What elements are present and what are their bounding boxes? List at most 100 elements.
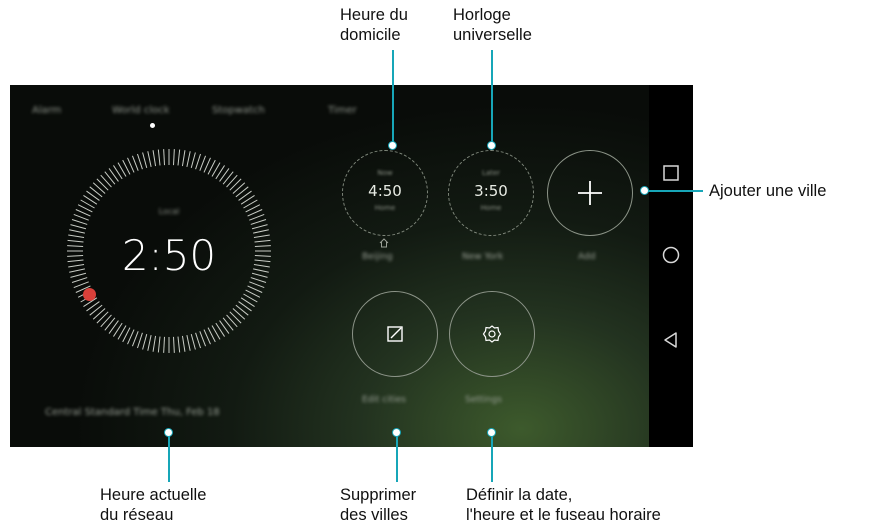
tab-stopwatch[interactable]: Stopwatch (212, 105, 265, 116)
add-city-label: Add (578, 252, 596, 262)
callout-home-time-line1: Heure du (340, 6, 408, 24)
dial-tick (195, 153, 201, 170)
dial-tick (250, 219, 267, 225)
tab-world-clock[interactable]: World clock (112, 105, 170, 116)
callout-add-city: Ajouter une ville (709, 182, 827, 200)
dial-tick (247, 285, 263, 293)
connector-dot-home-time (388, 141, 397, 150)
callout-network-time-line1: Heure actuelle (100, 486, 207, 504)
home-clock-time: 4:50 (368, 182, 402, 200)
add-city-button[interactable] (547, 150, 633, 236)
dial-tick (96, 311, 109, 324)
connector-add-city (645, 190, 703, 192)
callout-world-clock: Horloge universelle (453, 5, 532, 45)
main-clock-time: 2:50 (121, 231, 217, 280)
home-city-clock[interactable]: Now 4:50 Home (342, 150, 428, 236)
tab-timer[interactable]: Timer (328, 105, 357, 116)
callout-network-time: Heure actuelle du réseau (100, 485, 206, 525)
dial-tick (199, 155, 207, 171)
home-clock-bottom: Home (374, 204, 396, 212)
callout-set-datetime: Définir la date, l'heure et le fuseau ho… (466, 485, 661, 525)
dial-tick (137, 153, 143, 170)
dial-tick (142, 152, 148, 169)
dial-tick (177, 149, 181, 166)
dial-tick (199, 331, 207, 347)
dial-tick (152, 150, 157, 167)
dial-tick (152, 335, 157, 352)
dial-tick (96, 178, 109, 191)
dial-tick (173, 336, 175, 353)
dial-tick (147, 335, 152, 351)
dial-tick (203, 329, 211, 345)
dial-tick (203, 157, 211, 173)
edit-icon (387, 326, 403, 342)
dial-tick (73, 281, 89, 289)
connector-delete-cities (396, 432, 398, 482)
dial-tick (127, 329, 135, 345)
callout-world-clock-line2: universelle (453, 26, 532, 44)
callout-delete-cities: Supprimer des villes (340, 485, 416, 525)
connector-world-clock (491, 50, 493, 146)
connector-dot-network-time (164, 428, 173, 437)
dial-tick (251, 224, 268, 230)
dial-tick (142, 333, 148, 350)
dial-tick (186, 335, 191, 351)
dial-tick (177, 336, 181, 353)
edit-cities-button[interactable] (352, 291, 438, 377)
world-clock-top: Later (481, 169, 501, 177)
dial-tick (163, 149, 165, 166)
dial-tick (100, 314, 112, 328)
recent-apps-icon[interactable] (661, 163, 681, 183)
main-clock-dial: Local 2:50 (65, 147, 273, 355)
plus-icon (578, 181, 602, 205)
network-time-caption: Central Standard Time Thu, Feb 18 (45, 407, 220, 418)
callout-set-datetime-line1: Définir la date, (466, 486, 573, 504)
connector-dot-set-datetime (487, 428, 496, 437)
dial-tick (195, 332, 201, 349)
settings-label: Settings (465, 395, 502, 405)
connector-set-datetime (491, 432, 493, 482)
dial-tick (190, 333, 196, 350)
callout-home-time: Heure du domicile (340, 5, 408, 45)
tab-alarm[interactable]: Alarm (32, 105, 61, 116)
dial-tick (181, 150, 186, 167)
settings-button[interactable] (449, 291, 535, 377)
navigation-bar (649, 85, 693, 447)
dial-tick (127, 157, 135, 173)
dial-tick (190, 152, 196, 169)
world-city-name: New York (462, 252, 504, 262)
world-clock-bottom: Home (480, 204, 502, 212)
callout-home-time-line2: domicile (340, 26, 401, 44)
dial-tick (157, 336, 161, 353)
home-clock-top: Now (377, 169, 393, 177)
dial-tick (100, 174, 112, 188)
connector-network-time (168, 432, 170, 482)
edit-cities-label: Edit cities (362, 395, 406, 405)
callout-delete-cities-line1: Supprimer (340, 486, 417, 504)
connector-dot-world-clock (487, 141, 496, 150)
dial-tick (70, 224, 87, 230)
connector-dot-add-city (640, 186, 649, 195)
second-hand-dot (83, 288, 96, 301)
dial-tick (186, 151, 191, 167)
dial-tick (163, 336, 165, 353)
dial-tick (137, 332, 143, 349)
dial-tick (131, 331, 139, 347)
dial-tick (92, 308, 106, 320)
dial-tick (229, 178, 242, 191)
world-city-clock[interactable]: Later 3:50 Home (448, 150, 534, 236)
dial-tick (147, 151, 152, 167)
active-tab-indicator (150, 123, 155, 128)
main-clock-label: Local (158, 207, 180, 216)
home-city-name: Beijing (362, 252, 393, 262)
settings-gear-icon (482, 325, 502, 343)
dial-tick (157, 149, 161, 166)
dial-tick (232, 182, 246, 194)
home-nav-icon[interactable] (661, 245, 681, 265)
callout-network-time-line2: du réseau (100, 506, 174, 524)
dial-tick (232, 308, 246, 320)
dial-tick (229, 311, 242, 324)
back-icon[interactable] (661, 330, 681, 350)
dial-tick (131, 155, 139, 171)
dial-tick (249, 281, 265, 289)
